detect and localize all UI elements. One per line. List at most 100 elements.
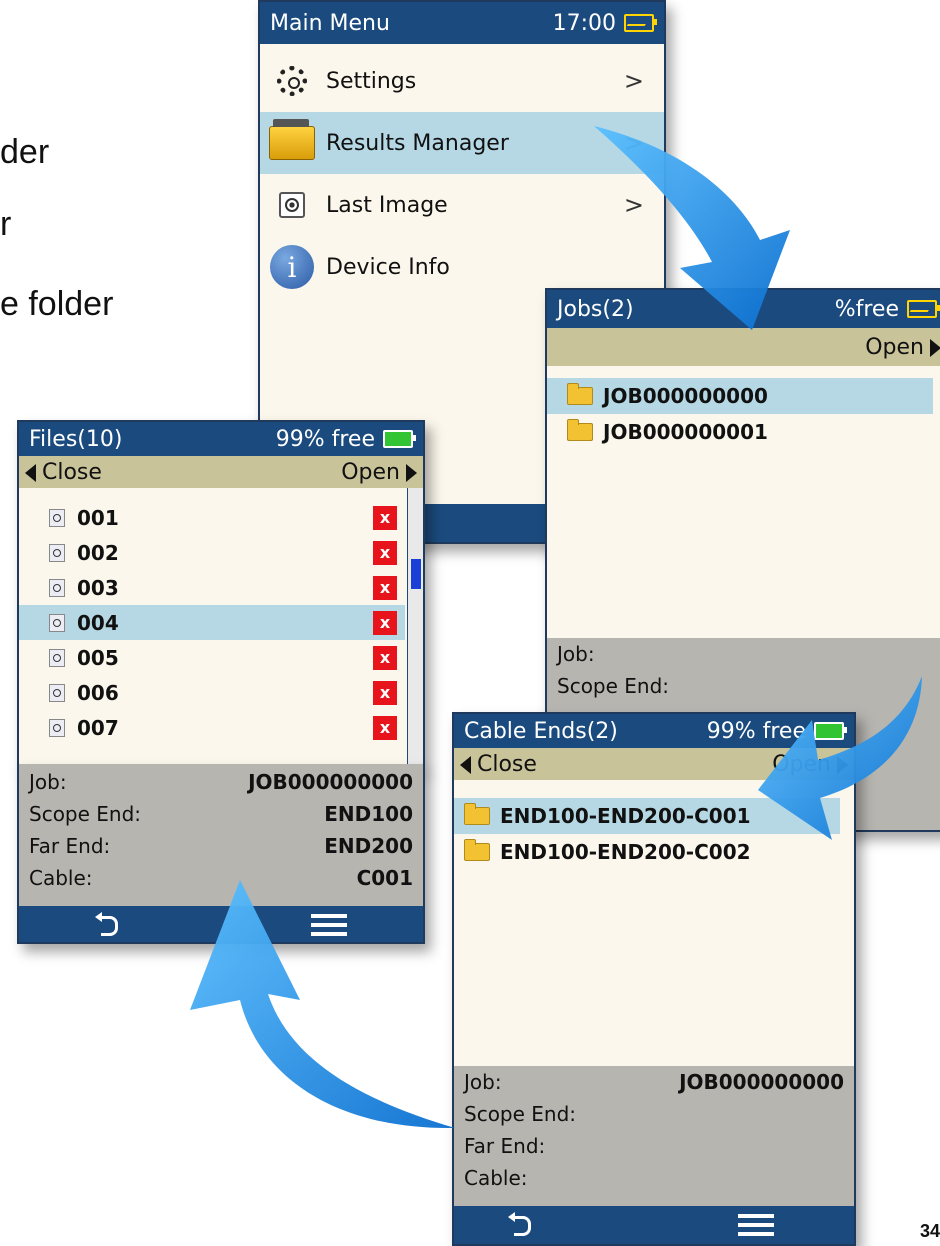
files-footer-bar <box>19 906 423 942</box>
file-icon <box>49 613 65 632</box>
delete-icon[interactable]: x <box>373 610 397 635</box>
list-item[interactable]: 005 x <box>19 640 405 675</box>
files-title-bar: Files(10) 99% free <box>19 422 423 456</box>
chevron-right-icon: > <box>623 67 644 95</box>
info-row-scope-end: Scope End: END100 <box>29 802 413 826</box>
cable-end-name: END100-END200-C001 <box>500 804 751 828</box>
info-icon: i <box>268 243 316 291</box>
list-item[interactable]: 003 x <box>19 570 405 605</box>
folder-icon <box>567 419 593 441</box>
menu-item-last-image[interactable]: Last Image > <box>260 174 664 236</box>
triangle-left-icon <box>25 463 36 482</box>
slide-text-line-1: der <box>0 133 50 171</box>
chevron-right-icon: > <box>623 129 644 157</box>
cable-ends-command-bar: Close Open <box>454 748 854 780</box>
triangle-right-icon <box>406 463 417 482</box>
info-row-cable: Cable: C001 <box>29 866 413 890</box>
delete-icon[interactable]: x <box>373 575 397 600</box>
slide-text-line-2: r <box>0 205 12 243</box>
list-item[interactable]: END100-END200-C002 <box>454 834 854 870</box>
list-item[interactable]: 007 x <box>19 710 405 745</box>
back-icon[interactable] <box>508 1212 531 1236</box>
delete-icon[interactable]: x <box>373 680 397 705</box>
clock-time: 17:00 <box>552 10 616 36</box>
cable-end-name: END100-END200-C002 <box>500 840 751 864</box>
delete-icon[interactable]: x <box>373 715 397 740</box>
triangle-right-icon <box>930 338 940 357</box>
list-item[interactable]: JOB000000000 <box>547 378 933 414</box>
slide-page-number: 34 <box>919 1221 940 1241</box>
folders-icon <box>268 119 316 167</box>
menu-item-label: Settings <box>326 68 417 94</box>
close-button[interactable]: Close <box>25 460 102 485</box>
menu-icon[interactable] <box>311 914 347 918</box>
battery-full-icon <box>383 430 416 448</box>
image-target-icon <box>268 181 316 229</box>
info-row-far-end: Far End: END200 <box>29 834 413 858</box>
list-item[interactable]: JOB000000001 <box>547 414 940 450</box>
job-name: JOB000000001 <box>603 420 768 444</box>
list-item[interactable]: 006 x <box>19 675 405 710</box>
info-row-scope-end: Scope End: <box>464 1102 577 1126</box>
scrollbar-thumb[interactable] <box>411 559 421 589</box>
triangle-right-icon <box>837 755 848 774</box>
delete-icon[interactable]: x <box>373 505 397 530</box>
gear-icon <box>268 57 316 105</box>
list-item[interactable]: 002 x <box>19 535 405 570</box>
folder-icon <box>567 383 593 405</box>
menu-item-settings[interactable]: Settings > <box>260 50 664 112</box>
battery-full-icon <box>814 722 847 740</box>
back-icon[interactable] <box>95 912 118 936</box>
main-menu-title-bar: Main Menu 17:00 <box>260 2 664 44</box>
files-command-bar: Close Open <box>19 456 423 488</box>
folder-icon <box>464 839 490 861</box>
jobs-title: Jobs(2) <box>557 296 634 322</box>
file-icon <box>49 508 65 527</box>
file-icon <box>49 683 65 702</box>
cable-ends-title: Cable Ends(2) <box>464 718 618 744</box>
folder-icon <box>464 803 490 825</box>
open-button[interactable]: Open <box>865 335 940 360</box>
battery-charging-icon <box>907 300 940 318</box>
menu-icon[interactable] <box>738 1214 774 1218</box>
file-icon <box>49 648 65 667</box>
free-space: %free <box>834 296 899 322</box>
delete-icon[interactable]: x <box>373 645 397 670</box>
info-row-job: Job: <box>557 642 595 666</box>
info-row-scope-end: Scope End: <box>557 674 670 698</box>
free-space: 99% free <box>275 426 375 452</box>
menu-item-label: Device Info <box>326 254 450 280</box>
delete-icon[interactable]: x <box>373 540 397 565</box>
files-title: Files(10) <box>29 426 123 452</box>
info-row-job: Job: JOB000000000 <box>464 1070 844 1094</box>
job-name: JOB000000000 <box>603 384 768 408</box>
list-item[interactable]: END100-END200-C001 <box>454 798 840 834</box>
close-button[interactable]: Close <box>460 752 537 777</box>
menu-item-results-manager[interactable]: Results Manager > <box>260 112 664 174</box>
menu-item-label: Last Image <box>326 192 448 218</box>
slide-text-line-3: e folder <box>0 285 114 323</box>
main-menu-title: Main Menu <box>270 10 390 36</box>
jobs-title-bar: Jobs(2) %free <box>547 290 940 328</box>
chevron-right-icon: > <box>623 191 644 219</box>
battery-charging-icon <box>624 14 657 32</box>
info-row-job: Job: JOB000000000 <box>29 770 413 794</box>
list-item[interactable]: 001 x <box>19 500 405 535</box>
files-screen: Files(10) 99% free Close Open 001 x 002 x … <box>17 420 425 768</box>
cable-ends-footer-bar <box>454 1206 854 1244</box>
cable-ends-info-panel: Job: JOB000000000 Scope End: Far End: Cab… <box>454 1066 854 1206</box>
list-item[interactable]: 004 x <box>19 605 405 640</box>
files-info-panel: Job: JOB000000000 Scope End: END100 Far En… <box>19 764 423 906</box>
file-icon <box>49 718 65 737</box>
file-icon <box>49 578 65 597</box>
open-button[interactable]: Open <box>341 460 417 485</box>
menu-item-label: Results Manager <box>326 130 509 156</box>
info-row-cable: Cable: <box>464 1166 528 1190</box>
cable-ends-screen: Cable Ends(2) 99% free Close Open END100… <box>452 712 856 1246</box>
triangle-left-icon <box>460 755 471 774</box>
info-row-far-end: Far End: <box>464 1134 546 1158</box>
scrollbar[interactable] <box>407 488 423 766</box>
free-space: 99% free <box>706 718 806 744</box>
jobs-command-bar: Open <box>547 328 940 366</box>
open-button[interactable]: Open <box>772 752 848 777</box>
